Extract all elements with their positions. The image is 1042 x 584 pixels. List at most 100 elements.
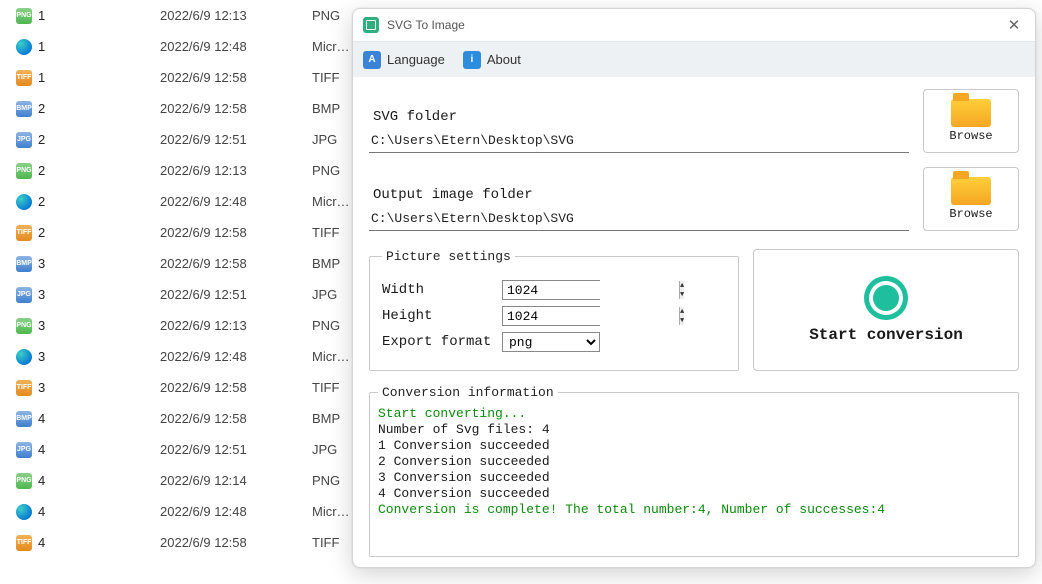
menu-language[interactable]: A Language <box>363 51 445 69</box>
edge-file-icon <box>16 504 32 520</box>
height-stepper[interactable]: ▲▼ <box>502 306 600 326</box>
file-name: 3 <box>38 349 45 364</box>
export-format-label: Export format <box>382 334 502 350</box>
png-file-icon: PNG <box>16 163 32 179</box>
spin-up-icon[interactable]: ▲ <box>680 281 684 290</box>
edge-file-icon <box>16 194 32 210</box>
width-input[interactable] <box>503 281 679 299</box>
settings-and-start-row: Picture settings Width ▲▼ Height ▲▼ <box>369 249 1019 371</box>
browse-label: Browse <box>949 207 992 221</box>
file-name: 2 <box>38 225 45 240</box>
file-date: 2022/6/9 12:51 <box>160 132 312 147</box>
file-name: 4 <box>38 473 45 488</box>
refresh-icon <box>864 276 908 320</box>
spin-down-icon[interactable]: ▼ <box>680 316 684 325</box>
output-folder-input[interactable] <box>369 209 909 231</box>
width-stepper[interactable]: ▲▼ <box>502 280 600 300</box>
svg-folder-label: SVG folder <box>369 109 909 125</box>
height-label: Height <box>382 308 502 324</box>
picture-settings-legend: Picture settings <box>382 249 515 264</box>
folder-icon <box>951 177 991 205</box>
file-date: 2022/6/9 12:58 <box>160 535 312 550</box>
file-name: 4 <box>38 504 45 519</box>
height-input[interactable] <box>503 307 679 325</box>
folder-icon <box>951 99 991 127</box>
log-line: Conversion is complete! The total number… <box>378 502 1010 518</box>
file-date: 2022/6/9 12:48 <box>160 194 312 209</box>
svg-folder-browse-button[interactable]: Browse <box>923 89 1019 153</box>
conversion-log: Start converting...Number of Svg files: … <box>378 406 1010 518</box>
png-file-icon: PNG <box>16 8 32 24</box>
tiff-file-icon: TIFF <box>16 225 32 241</box>
file-name: 4 <box>38 442 45 457</box>
output-folder-row: Output image folder Browse <box>369 167 1019 231</box>
file-name: 2 <box>38 163 45 178</box>
file-name: 2 <box>38 132 45 147</box>
file-date: 2022/6/9 12:58 <box>160 256 312 271</box>
file-date: 2022/6/9 12:51 <box>160 287 312 302</box>
svg-folder-row: SVG folder Browse <box>369 89 1019 153</box>
menubar: A Language i About <box>353 41 1035 77</box>
file-name: 1 <box>38 39 45 54</box>
menu-about-label: About <box>487 52 521 67</box>
file-date: 2022/6/9 12:14 <box>160 473 312 488</box>
file-date: 2022/6/9 12:58 <box>160 411 312 426</box>
file-name: 1 <box>38 70 45 85</box>
width-label: Width <box>382 282 502 298</box>
file-date: 2022/6/9 12:48 <box>160 39 312 54</box>
svg-folder-input[interactable] <box>369 131 909 153</box>
file-date: 2022/6/9 12:58 <box>160 101 312 116</box>
bmp-file-icon: BMP <box>16 411 32 427</box>
info-icon: i <box>463 51 481 69</box>
spin-down-icon[interactable]: ▼ <box>680 290 684 299</box>
file-name: 4 <box>38 535 45 550</box>
log-line: 1 Conversion succeeded <box>378 438 1010 454</box>
tiff-file-icon: TIFF <box>16 70 32 86</box>
output-folder-label: Output image folder <box>369 187 909 203</box>
file-name: 1 <box>38 8 45 23</box>
picture-settings-group: Picture settings Width ▲▼ Height ▲▼ <box>369 249 739 371</box>
file-date: 2022/6/9 12:48 <box>160 504 312 519</box>
log-line: Number of Svg files: 4 <box>378 422 1010 438</box>
close-icon[interactable]: ✕ <box>1003 14 1025 36</box>
edge-file-icon <box>16 39 32 55</box>
titlebar: SVG To Image ✕ <box>353 9 1035 41</box>
jpg-file-icon: JPG <box>16 287 32 303</box>
log-line: 2 Conversion succeeded <box>378 454 1010 470</box>
export-format-select[interactable]: png <box>502 332 600 352</box>
file-name: 2 <box>38 194 45 209</box>
file-date: 2022/6/9 12:58 <box>160 70 312 85</box>
bmp-file-icon: BMP <box>16 256 32 272</box>
tiff-file-icon: TIFF <box>16 380 32 396</box>
file-date: 2022/6/9 12:58 <box>160 225 312 240</box>
window-title: SVG To Image <box>387 18 1003 32</box>
jpg-file-icon: JPG <box>16 442 32 458</box>
output-folder-browse-button[interactable]: Browse <box>923 167 1019 231</box>
file-name: 3 <box>38 287 45 302</box>
file-name: 3 <box>38 256 45 271</box>
file-date: 2022/6/9 12:48 <box>160 349 312 364</box>
menu-about[interactable]: i About <box>463 51 521 69</box>
tiff-file-icon: TIFF <box>16 535 32 551</box>
file-date: 2022/6/9 12:13 <box>160 318 312 333</box>
start-conversion-label: Start conversion <box>809 326 963 344</box>
file-name: 2 <box>38 101 45 116</box>
start-conversion-button[interactable]: Start conversion <box>753 249 1019 371</box>
file-date: 2022/6/9 12:13 <box>160 163 312 178</box>
log-line: 4 Conversion succeeded <box>378 486 1010 502</box>
edge-file-icon <box>16 349 32 365</box>
jpg-file-icon: JPG <box>16 132 32 148</box>
bmp-file-icon: BMP <box>16 101 32 117</box>
conversion-info-group: Conversion information Start converting.… <box>369 385 1019 557</box>
log-line: Start converting... <box>378 406 1010 422</box>
dialog-body: SVG folder Browse Output image folder Br… <box>353 77 1035 567</box>
file-date: 2022/6/9 12:13 <box>160 8 312 23</box>
conversion-info-legend: Conversion information <box>378 385 558 400</box>
file-date: 2022/6/9 12:58 <box>160 380 312 395</box>
png-file-icon: PNG <box>16 473 32 489</box>
file-name: 3 <box>38 318 45 333</box>
file-name: 3 <box>38 380 45 395</box>
spin-up-icon[interactable]: ▲ <box>680 307 684 316</box>
browse-label: Browse <box>949 129 992 143</box>
app-icon <box>363 17 379 33</box>
